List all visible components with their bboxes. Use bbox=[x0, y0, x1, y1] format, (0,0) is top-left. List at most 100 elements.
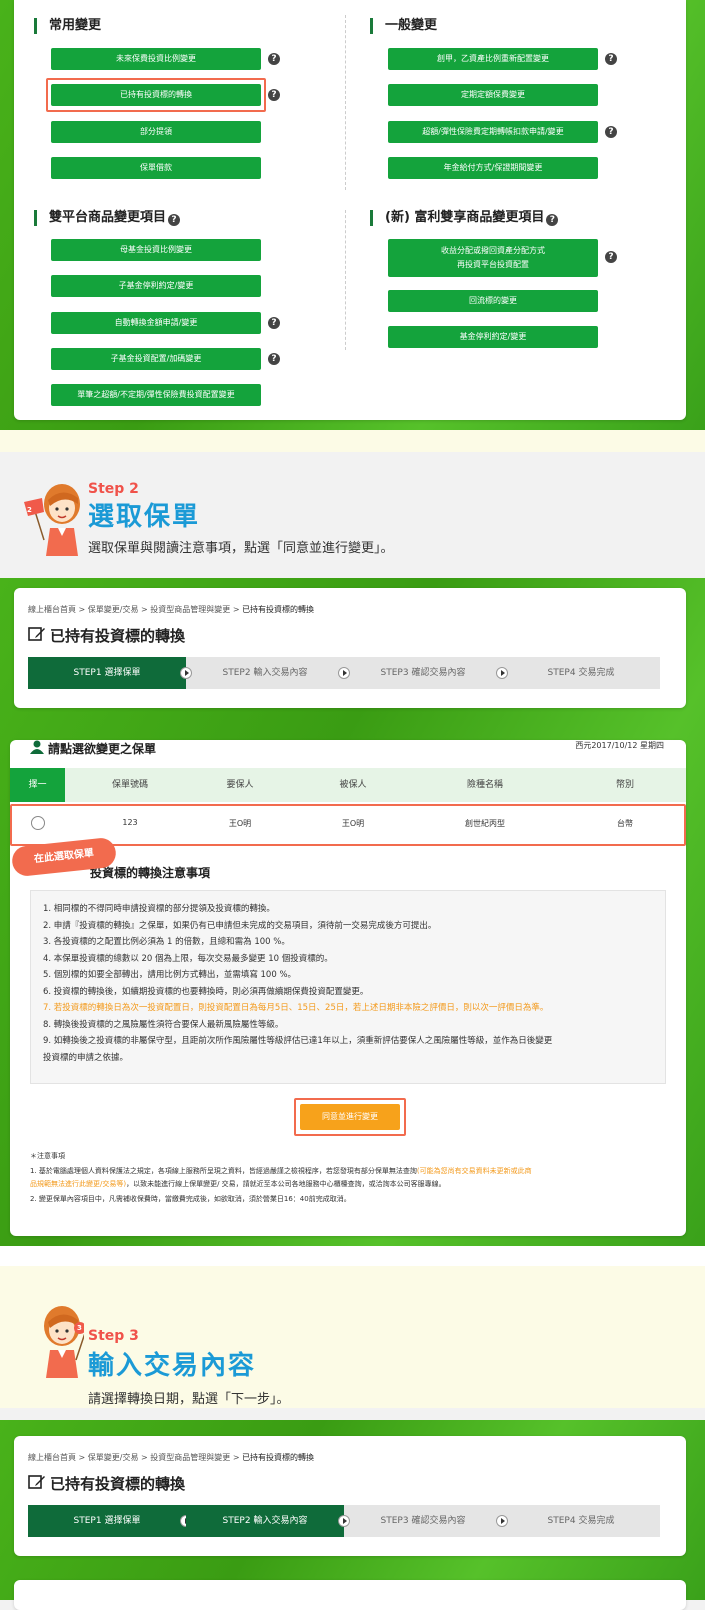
notice-item: 3. 各投資標的之配置比例必須為 1 的倍數，且總和需為 100 %。 bbox=[43, 937, 290, 947]
col-product-name: 險種名稱 bbox=[466, 780, 503, 790]
step-3: STEP3 確認交易內容 bbox=[380, 668, 466, 678]
step3-label: Step 3 bbox=[88, 1328, 139, 1344]
cell-policy-no: 123 bbox=[122, 818, 138, 827]
notice-item: 1. 相同標的不得同時申請投資標的部分提領及投資標的轉換。 bbox=[43, 904, 275, 914]
page-title: 已持有投資標的轉換 bbox=[50, 627, 186, 645]
page-title: 已持有投資標的轉換 bbox=[50, 1475, 186, 1493]
breadcrumb: 線上櫃台首頁 > 保單變更/交易 > 投資型商品管理與變更 > 已持有投資標的轉… bbox=[28, 1452, 314, 1463]
edit-icon bbox=[28, 627, 45, 641]
step-2: STEP2 輸入交易內容 bbox=[222, 668, 308, 678]
guide-avatar bbox=[44, 1306, 84, 1378]
footnote-2: 2. 變更保單內容項目中，凡需補收保費時，當繳費完成後，如欲取消，須於營業日16… bbox=[30, 1195, 351, 1203]
help-icon[interactable]: ? bbox=[605, 53, 617, 65]
footnote-1a: 1. 基於電腦處理個人資料保護法之規定，各項線上服務所呈現之資料，皆經過嚴謹之檢… bbox=[30, 1167, 417, 1175]
step-4: STEP4 交易完成 bbox=[547, 668, 615, 678]
footnote-1c: 品規範無法進行此變更/交易等) bbox=[30, 1180, 127, 1188]
step-4: STEP4 交易完成 bbox=[547, 1516, 615, 1526]
notice-item: 5. 個別標的如要全部轉出，請用比例方式轉出，並需填寫 100 %。 bbox=[43, 970, 297, 980]
help-icon[interactable]: ? bbox=[268, 353, 280, 365]
page-header-card-step3: 線上櫃台首頁 > 保單變更/交易 > 投資型商品管理與變更 > 已持有投資標的轉… bbox=[14, 1436, 686, 1556]
footnote-1: 1. 基於電腦處理個人資料保護法之規定，各項線上服務所呈現之資料，皆經過嚴謹之檢… bbox=[30, 1165, 670, 1191]
notice-item: 7. 若投資標的轉換日為次一投資配置日，則投資配置日為每月5日、15日、25日，… bbox=[43, 1003, 549, 1013]
today-date: 西元2017/10/12 星期四 bbox=[575, 741, 664, 750]
btn-child-fund-allocation[interactable]: 子基金投資配置/加碼變更 bbox=[51, 348, 261, 370]
column-divider bbox=[345, 210, 346, 350]
col-currency: 幣別 bbox=[615, 780, 634, 790]
guide-avatar bbox=[24, 484, 80, 556]
step-3: STEP3 確認交易內容 bbox=[380, 1516, 466, 1526]
notice-item: 6. 投資標的轉換後，如續期投資標的也要轉換時，則必須再做續期保費投資配置變更。 bbox=[43, 986, 369, 997]
btn-partial-withdrawal[interactable]: 部分提領 bbox=[51, 121, 261, 143]
change-menu-card: 常用變更 未來保費投資比例變更 ? 已持有投資標的轉換 ? 部分提領 保單借款 … bbox=[14, 0, 686, 420]
col-policy-no: 保單號碼 bbox=[111, 780, 148, 790]
footnote-title: ＊注意事項 bbox=[30, 1152, 65, 1160]
btn-fund-stop-profit[interactable]: 基金停利約定/變更 bbox=[388, 326, 598, 348]
section-title-common: 常用變更 bbox=[34, 18, 101, 34]
edit-icon bbox=[28, 1475, 45, 1489]
btn-asset-reallocation[interactable]: 創甲，乙資產比例重新配置變更 bbox=[388, 48, 598, 70]
help-icon[interactable]: ? bbox=[168, 214, 181, 226]
notice-item: 2. 申請『投資標的轉換』之保單，如果仍有已申請但未完成的交易項目，須待前一交易… bbox=[43, 920, 437, 931]
step-progress: STEP1 選擇保單 STEP2 輸入交易內容 STEP3 確認交易內容 STE… bbox=[28, 1505, 660, 1537]
footnote-1b: (可能為您尚有交易資料未更新或此商 bbox=[416, 1167, 532, 1175]
page-header-card: 線上櫃台首頁 > 保單變更/交易 > 投資型商品管理與變更 > 已持有投資標的轉… bbox=[14, 588, 686, 708]
cell-insured: 王O明 bbox=[341, 819, 365, 828]
cell-currency: 台幣 bbox=[617, 819, 633, 828]
btn-reflow-target-change[interactable]: 回流標的變更 bbox=[388, 290, 598, 312]
agree-button[interactable]: 同意並進行變更 bbox=[300, 1104, 400, 1130]
btn-annuity-payment-change[interactable]: 年金給付方式/保證期間變更 bbox=[388, 157, 598, 179]
notice-item: 投資標的申請之依據。 bbox=[43, 1052, 129, 1063]
footnote-1d: ，以致未能進行線上保單變更/ 交易，請就近至本公司各地服務中心櫃檯查詢，或洽詢本… bbox=[126, 1180, 446, 1188]
notice-item: 9. 如轉換後之投資標的非屬保守型，且距前次所作風險屬性等級評估已達1年以上，須… bbox=[43, 1036, 553, 1046]
step-2: STEP2 輸入交易內容 bbox=[186, 1505, 344, 1537]
notice-item: 8. 轉換後投資標的之風險屬性須符合要保人最新風險屬性等級。 bbox=[43, 1019, 284, 1030]
policy-radio[interactable] bbox=[31, 816, 45, 830]
btn-dividend-distribution[interactable]: 收益分配或撥回資產分配方式 再投資平台投資配置 bbox=[388, 239, 598, 277]
help-icon[interactable]: ? bbox=[605, 251, 617, 263]
notice-title-text: 投資標的轉換注意事項 bbox=[90, 866, 211, 880]
btn-excess-premium-debit[interactable]: 超額/彈性保險費定期轉帳扣款申請/變更 bbox=[388, 121, 598, 143]
step2-title: 選取保單 bbox=[88, 502, 201, 532]
step-badge: 2 bbox=[27, 506, 32, 514]
policy-heading: 請點選欲變更之保單 bbox=[48, 742, 157, 756]
help-icon[interactable]: ? bbox=[268, 53, 280, 65]
policy-table-header: 擇一 保單號碼 要保人 被保人 險種名稱 幣別 bbox=[10, 768, 686, 802]
user-icon bbox=[30, 740, 44, 754]
next-card-edge bbox=[14, 1580, 686, 1610]
breadcrumb-path[interactable]: 線上櫃台首頁 > 保單變更/交易 > 投資型商品管理與變更 > bbox=[28, 1453, 242, 1462]
footnotes: ＊注意事項 1. 基於電腦處理個人資料保護法之規定，各項線上服務所呈現之資料，皆… bbox=[30, 1150, 670, 1206]
btn-future-premium-ratio[interactable]: 未來保費投資比例變更 bbox=[51, 48, 261, 70]
section-title-fuli: (新) 富利雙享商品變更項目? bbox=[370, 210, 559, 226]
step2-desc: 選取保單與閱讀注意事項，點選「同意並進行變更」。 bbox=[88, 541, 394, 556]
help-icon[interactable]: ? bbox=[546, 214, 559, 226]
step-progress: STEP1 選擇保單 STEP2 輸入交易內容 STEP3 確認交易內容 STE… bbox=[28, 657, 660, 689]
notice-item: 4. 本保單投資標的總數以 20 個為上限，每次交易最多變更 10 個投資標的。 bbox=[43, 953, 333, 964]
column-divider bbox=[345, 15, 346, 190]
col-select: 擇一 bbox=[10, 768, 65, 802]
btn-parent-fund-ratio[interactable]: 母基金投資比例變更 bbox=[51, 239, 261, 261]
breadcrumb: 線上櫃台首頁 > 保單變更/交易 > 投資型商品管理與變更 > 已持有投資標的轉… bbox=[28, 604, 314, 615]
step3-title: 輸入交易內容 bbox=[88, 1351, 257, 1381]
btn-auto-switch-amount[interactable]: 自動轉換金額申請/變更 bbox=[51, 312, 261, 334]
btn-policy-loan[interactable]: 保單借款 bbox=[51, 157, 261, 179]
btn-line-2: 再投資平台投資配置 bbox=[457, 260, 529, 269]
col-applicant: 要保人 bbox=[226, 780, 254, 790]
btn-child-fund-stop-profit[interactable]: 子基金停利約定/變更 bbox=[51, 275, 261, 297]
help-icon[interactable]: ? bbox=[605, 126, 617, 138]
btn-line-1: 收益分配或撥回資產分配方式 bbox=[441, 246, 545, 255]
step-badge: 3 bbox=[77, 1324, 82, 1332]
btn-regular-premium-change[interactable]: 定期定額保費變更 bbox=[388, 84, 598, 106]
btn-held-investment-switch[interactable]: 已持有投資標的轉換 bbox=[51, 84, 261, 106]
step-1: STEP1 選擇保單 bbox=[28, 1505, 186, 1537]
section-title-dual-platform: 雙平台商品變更項目? bbox=[34, 210, 181, 226]
step-1: STEP1 選擇保單 bbox=[28, 657, 186, 689]
btn-single-excess-allocation[interactable]: 單筆之超額/不定期/彈性保險費投資配置變更 bbox=[51, 384, 261, 406]
help-icon[interactable]: ? bbox=[268, 317, 280, 329]
breadcrumb-path[interactable]: 線上櫃台首頁 > 保單變更/交易 > 投資型商品管理與變更 > bbox=[28, 605, 242, 614]
breadcrumb-current: 已持有投資標的轉換 bbox=[242, 1453, 315, 1462]
table-row[interactable]: 123 王O明 王O明 創世紀丙型 台幣 bbox=[10, 808, 686, 842]
step3-desc: 請選擇轉換日期，點選「下一步」。 bbox=[88, 1392, 290, 1407]
help-icon[interactable]: ? bbox=[268, 89, 280, 101]
cell-product-name: 創世紀丙型 bbox=[465, 819, 505, 828]
policy-select-card: 請點選欲變更之保單 西元2017/10/12 星期四 擇一 保單號碼 要保人 被… bbox=[10, 740, 686, 1236]
